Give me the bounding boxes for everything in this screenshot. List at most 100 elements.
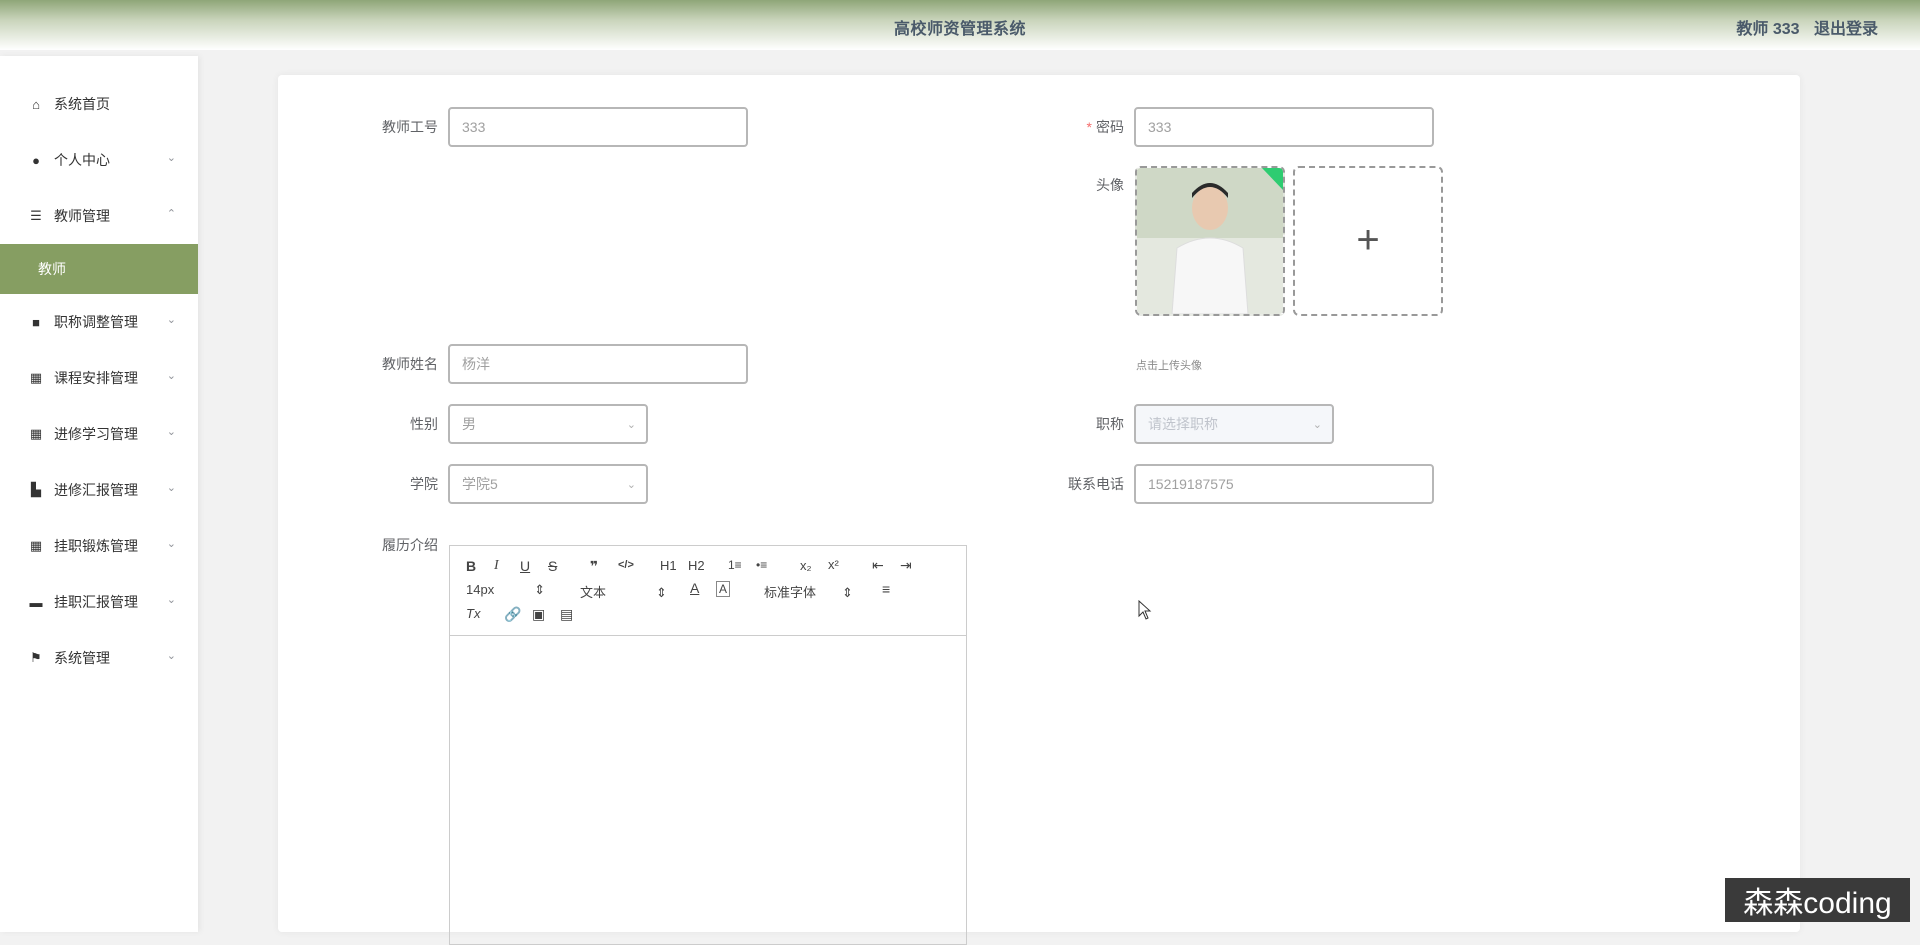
field-resume: 履历介绍	[358, 535, 448, 555]
briefcase-icon: ■	[28, 314, 44, 330]
gender-select[interactable]: 男 ⌄	[448, 404, 648, 444]
font-color-button[interactable]: A	[690, 580, 699, 596]
sidebar-item-label: 职称调整管理	[54, 312, 138, 332]
sidebar-item-label: 进修学习管理	[54, 424, 138, 444]
image-icon[interactable]: ▣	[532, 606, 545, 623]
password-label: 密码	[1096, 119, 1124, 135]
field-college: 学院 学院5 ⌄	[358, 464, 648, 504]
field-password: *密码 333	[1044, 107, 1434, 147]
field-phone: 联系电话 15219187575	[1044, 464, 1434, 504]
sidebar-item-label: 挂职汇报管理	[54, 592, 138, 612]
sliders-icon: ☰	[28, 208, 44, 224]
teacher-id-input[interactable]: 333	[448, 107, 748, 147]
avatar-preview[interactable]	[1135, 166, 1285, 316]
field-teacher-id: 教师工号 333	[358, 107, 748, 147]
italic-button[interactable]: I	[494, 558, 499, 574]
sidebar-item-label: 个人中心	[54, 150, 110, 170]
field-title: 职称 请选择职称 ⌄	[1044, 404, 1334, 444]
chevron-up-icon: ⌃	[167, 207, 176, 220]
top-header: 高校师资管理系统 教师 333 退出登录	[0, 0, 1920, 50]
sidebar-subitem-teacher[interactable]: 教师	[0, 244, 198, 294]
field-gender: 性别 男 ⌄	[358, 404, 648, 444]
sidebar-item-course[interactable]: ▦ 课程安排管理 ⌄	[0, 350, 198, 406]
updown-icon: ⇕	[534, 582, 545, 597]
video-icon[interactable]: ▤	[560, 606, 573, 623]
chevron-down-icon: ⌄	[167, 593, 176, 606]
clean-format-button[interactable]: Tx	[466, 606, 480, 621]
title-select[interactable]: 请选择职称 ⌄	[1134, 404, 1334, 444]
user-icon: ●	[28, 152, 44, 168]
college-select[interactable]: 学院5 ⌄	[448, 464, 648, 504]
h1-button[interactable]: H1	[660, 558, 677, 573]
field-avatar: 头像	[1044, 175, 1134, 195]
editor-content-area[interactable]	[450, 636, 966, 944]
sidebar-item-label: 系统管理	[54, 648, 110, 668]
bullet-list-button[interactable]: •≡	[756, 558, 767, 572]
required-mark: *	[1087, 119, 1092, 135]
plus-icon: +	[1295, 218, 1441, 263]
ordered-list-button[interactable]: 1≡	[728, 558, 742, 572]
strike-button[interactable]: S	[548, 558, 557, 574]
subscript-button[interactable]: x₂	[800, 558, 812, 573]
select-value: 学院5	[462, 474, 498, 494]
field-label: 联系电话	[1044, 474, 1124, 494]
code-button[interactable]: </>	[618, 559, 634, 571]
logout-button[interactable]: 退出登录	[1814, 21, 1878, 38]
font-size-select[interactable]: 14px ⇕	[466, 582, 545, 598]
indent-button[interactable]: ⇥	[900, 557, 912, 574]
field-label: 履历介绍	[358, 535, 438, 555]
monitor-icon: ▬	[28, 594, 44, 610]
chevron-down-icon: ⌄	[167, 537, 176, 550]
watermark: 森森coding	[1725, 878, 1910, 922]
chevron-down-icon: ⌄	[627, 478, 636, 491]
sidebar-item-training[interactable]: ▦ 挂职锻炼管理 ⌄	[0, 518, 198, 574]
sidebar-item-system[interactable]: ⚑ 系统管理 ⌄	[0, 630, 198, 686]
h2-button[interactable]: H2	[688, 558, 705, 573]
phone-input[interactable]: 15219187575	[1134, 464, 1434, 504]
sidebar-item-study[interactable]: ▦ 进修学习管理 ⌄	[0, 406, 198, 462]
updown-icon: ⇕	[842, 585, 853, 600]
name-input[interactable]: 杨洋	[448, 344, 748, 384]
field-label: 教师姓名	[358, 354, 438, 374]
align-button[interactable]: ≡	[882, 581, 890, 597]
superscript-button[interactable]: x²	[828, 557, 839, 572]
sidebar-item-study-report[interactable]: ▙ 进修汇报管理 ⌄	[0, 462, 198, 518]
outdent-button[interactable]: ⇤	[872, 557, 884, 574]
chevron-down-icon: ⌄	[167, 425, 176, 438]
bold-button[interactable]: B	[466, 558, 476, 574]
cursor-icon	[1138, 600, 1152, 620]
grid-icon: ▦	[28, 538, 44, 554]
underline-button[interactable]: U	[520, 558, 530, 574]
app-title: 高校师资管理系统	[0, 15, 1920, 39]
field-label: 学院	[358, 474, 438, 494]
updown-icon: ⇕	[656, 585, 667, 600]
sidebar-item-home[interactable]: ⌂ 系统首页	[0, 76, 198, 132]
font-family-select[interactable]: 标准字体⇕	[764, 582, 853, 601]
quote-button[interactable]: ❞	[590, 558, 598, 575]
chevron-down-icon: ⌄	[167, 369, 176, 382]
sidebar: ⌂ 系统首页 ● 个人中心 ⌄ ☰ 教师管理 ⌃ 教师 ■ 职称调整管理 ⌄ ▦…	[0, 56, 198, 932]
sidebar-item-label: 教师管理	[54, 206, 110, 226]
bg-color-button[interactable]: A	[716, 581, 730, 597]
password-input[interactable]: 333	[1134, 107, 1434, 147]
sidebar-item-personal[interactable]: ● 个人中心 ⌄	[0, 132, 198, 188]
sidebar-item-teacher-mgmt[interactable]: ☰ 教师管理 ⌃	[0, 188, 198, 244]
sidebar-item-training-report[interactable]: ▬ 挂职汇报管理 ⌄	[0, 574, 198, 630]
field-label: *密码	[1044, 117, 1124, 137]
sidebar-item-title-adjust[interactable]: ■ 职称调整管理 ⌄	[0, 294, 198, 350]
chevron-down-icon: ⌄	[167, 313, 176, 326]
font-size-value: 14px	[466, 582, 494, 597]
select-value: 男	[462, 414, 476, 434]
link-icon[interactable]: 🔗	[504, 606, 521, 623]
form-card: 教师工号 333 *密码 333 头像 + 点击上传头像 教师姓名 杨洋 性别 …	[278, 75, 1800, 932]
avatar-hint: 点击上传头像	[1136, 357, 1202, 373]
block-type-select[interactable]: 文本 ⇕	[580, 582, 667, 601]
grid-icon: ▦	[28, 426, 44, 442]
chevron-down-icon: ⌄	[627, 418, 636, 431]
block-type-value: 文本	[580, 585, 606, 600]
avatar-upload-button[interactable]: +	[1293, 166, 1443, 316]
chevron-down-icon: ⌄	[167, 649, 176, 662]
user-area: 教师 333 退出登录	[1726, 15, 1878, 39]
editor-toolbar: B I U S ❞ </> H1 H2 1≡ •≡ x₂ x² ⇤ ⇥ 14px…	[450, 546, 966, 636]
field-label: 教师工号	[358, 117, 438, 137]
